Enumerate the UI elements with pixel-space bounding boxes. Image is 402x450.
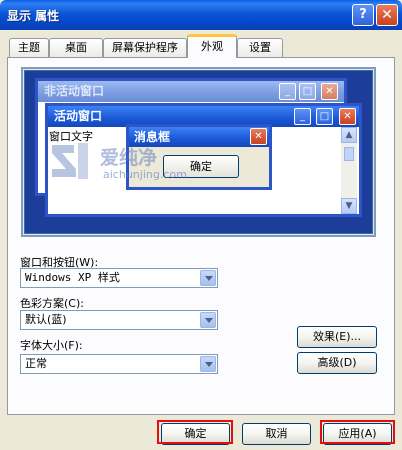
tab-appearance[interactable]: 外观 bbox=[187, 34, 237, 58]
color-scheme-value: 默认(蓝) bbox=[25, 313, 67, 326]
watermark-url: aichunjing.com bbox=[103, 168, 187, 181]
windows-buttons-select[interactable]: Windows XP 样式 bbox=[20, 268, 218, 288]
chevron-down-icon[interactable] bbox=[200, 312, 216, 328]
chevron-down-icon[interactable] bbox=[200, 356, 216, 372]
title-bar: 显示 属性 ? ✕ bbox=[0, 0, 402, 30]
window-title: 显示 属性 bbox=[7, 9, 60, 23]
close-icon: ✕ bbox=[250, 128, 267, 145]
scroll-down-icon: ▼ bbox=[341, 198, 357, 214]
font-size-select[interactable]: 正常 bbox=[20, 354, 218, 374]
close-icon: ✕ bbox=[321, 83, 338, 100]
close-icon: ✕ bbox=[339, 108, 356, 125]
font-size-label: 字体大小(F): bbox=[20, 339, 83, 352]
minimize-icon: _ bbox=[279, 83, 296, 100]
minimize-icon: _ bbox=[294, 108, 311, 125]
close-button[interactable]: ✕ bbox=[376, 4, 398, 26]
tab-theme[interactable]: 主题 bbox=[9, 38, 49, 57]
tab-desktop[interactable]: 桌面 bbox=[49, 38, 103, 57]
maximize-icon: □ bbox=[316, 108, 333, 125]
cancel-button[interactable]: 取消 bbox=[242, 423, 311, 445]
ok-button[interactable]: 确定 bbox=[161, 423, 230, 445]
preview-scrollbar: ▲ ▼ bbox=[341, 127, 357, 214]
scroll-thumb bbox=[344, 147, 354, 161]
color-scheme-label: 色彩方案(C): bbox=[20, 297, 84, 310]
color-scheme-select[interactable]: 默认(蓝) bbox=[20, 310, 218, 330]
help-button[interactable]: ? bbox=[352, 4, 374, 26]
watermark-name: 爱纯净 bbox=[100, 147, 158, 169]
maximize-icon: □ bbox=[299, 83, 316, 100]
watermark-logo bbox=[52, 143, 88, 179]
chevron-down-icon[interactable] bbox=[200, 270, 216, 286]
effects-button[interactable]: 效果(E)... bbox=[297, 326, 377, 348]
tab-screensaver[interactable]: 屏幕保护程序 bbox=[103, 38, 187, 57]
font-size-value: 正常 bbox=[25, 357, 47, 370]
advanced-button[interactable]: 高级(D) bbox=[297, 352, 377, 374]
windows-buttons-value: Windows XP 样式 bbox=[25, 271, 120, 284]
tab-settings[interactable]: 设置 bbox=[237, 38, 283, 57]
apply-button[interactable]: 应用(A) bbox=[323, 423, 392, 445]
scroll-up-icon: ▲ bbox=[341, 127, 357, 143]
